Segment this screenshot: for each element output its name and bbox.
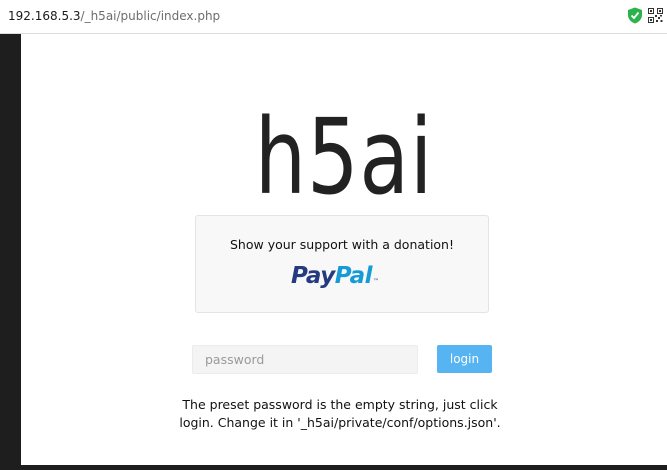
browser-address-bar[interactable]: 192.168.5.3/_h5ai/public/index.php bbox=[0, 0, 667, 34]
window-bottom-edge bbox=[0, 465, 667, 470]
password-input[interactable] bbox=[192, 345, 418, 374]
login-button[interactable]: login bbox=[437, 345, 492, 373]
url-field[interactable]: 192.168.5.3/_h5ai/public/index.php bbox=[8, 8, 220, 24]
paypal-trademark: ™ bbox=[373, 278, 379, 285]
password-hint: The preset password is the empty string,… bbox=[164, 396, 516, 432]
shield-check-icon[interactable] bbox=[627, 7, 643, 24]
donation-message: Show your support with a donation! bbox=[230, 237, 454, 252]
h5ai-logo: h5ai bbox=[254, 96, 434, 218]
donation-box: Show your support with a donation! PayPa… bbox=[195, 215, 489, 313]
password-hint-line-2: login. Change it in '_h5ai/private/conf/… bbox=[179, 415, 501, 430]
url-path: /_h5ai/public/index.php bbox=[80, 9, 221, 23]
paypal-logo-pay: Pay bbox=[291, 263, 335, 289]
url-host: 192.168.5.3 bbox=[8, 9, 81, 23]
login-page: h5ai Show your support with a donation! … bbox=[21, 34, 667, 465]
qr-code-icon[interactable] bbox=[648, 8, 663, 23]
paypal-logo[interactable]: PayPal™ bbox=[291, 259, 379, 293]
paypal-logo-pal: Pal bbox=[334, 263, 373, 289]
window-left-edge bbox=[0, 34, 21, 470]
password-hint-line-1: The preset password is the empty string,… bbox=[182, 397, 498, 412]
